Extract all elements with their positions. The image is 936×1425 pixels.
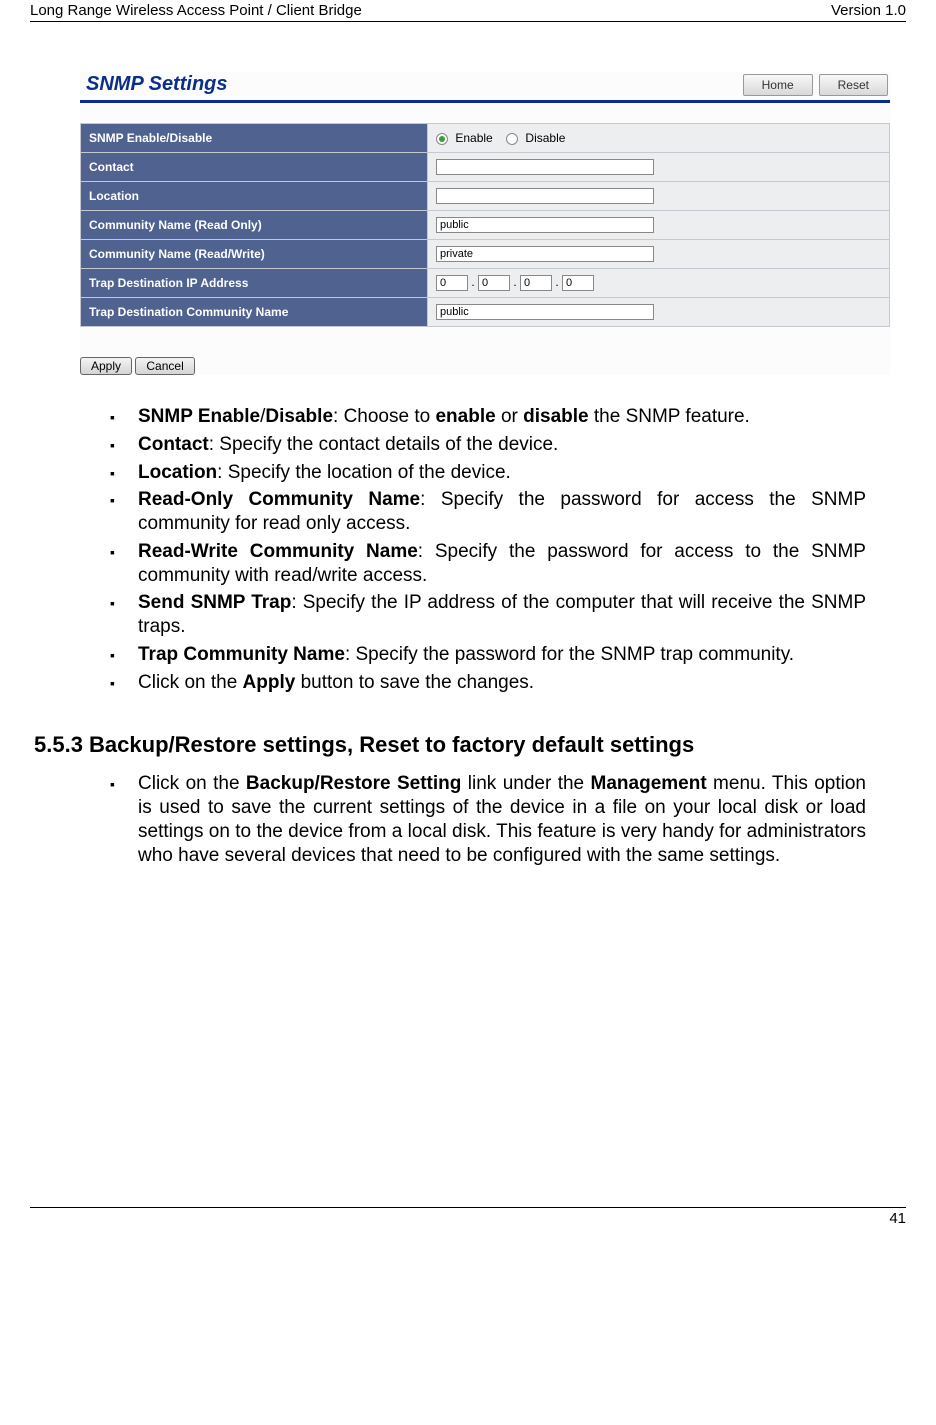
bullet-trap-community: Trap Community Name: Specify the passwor… [138, 643, 866, 667]
row-community-ro: Community Name (Read Only) [81, 211, 890, 240]
bullet-send-trap: Send SNMP Trap: Specify the IP address o… [138, 591, 866, 639]
header-left: Long Range Wireless Access Point / Clien… [30, 2, 362, 19]
backup-bullets: Click on the Backup/Restore Setting link… [98, 772, 866, 867]
trap-ip-c[interactable] [520, 275, 552, 291]
reset-button[interactable]: Reset [819, 74, 888, 96]
label-trap-comm: Trap Destination Community Name [81, 298, 428, 327]
bullet-readonly-community: Read-Only Community Name: Specify the pa… [138, 488, 866, 536]
bullet-location: Location: Specify the location of the de… [138, 461, 866, 485]
radio-disable[interactable] [506, 133, 518, 145]
row-enable: SNMP Enable/Disable Enable Disable [81, 124, 890, 153]
row-contact: Contact [81, 153, 890, 182]
bullet-contact: Contact: Specify the contact details of … [138, 433, 866, 457]
radio-disable-label: Disable [525, 131, 565, 145]
page-number: 41 [889, 1210, 906, 1227]
location-input[interactable] [436, 188, 654, 204]
section-heading: 5.5.3 Backup/Restore settings, Reset to … [34, 732, 906, 758]
label-contact: Contact [81, 153, 428, 182]
cancel-button[interactable]: Cancel [135, 357, 194, 375]
trap-ip-a[interactable] [436, 275, 468, 291]
label-location: Location [81, 182, 428, 211]
contact-input[interactable] [436, 159, 654, 175]
trap-comm-input[interactable] [436, 304, 654, 320]
radio-enable[interactable] [436, 133, 448, 145]
community-rw-input[interactable] [436, 246, 654, 262]
page-footer: 41 [30, 1207, 906, 1227]
bullet-readwrite-community: Read-Write Community Name: Specify the p… [138, 540, 866, 588]
page-header: Long Range Wireless Access Point / Clien… [30, 0, 906, 22]
bullet-snmp-enable: SNMP Enable/Disable: Choose to enable or… [138, 405, 866, 429]
row-community-rw: Community Name (Read/Write) [81, 240, 890, 269]
snmp-screenshot: SNMP Settings Home Reset SNMP Enable/Dis… [80, 72, 890, 375]
trap-ip-b[interactable] [478, 275, 510, 291]
label-community-ro: Community Name (Read Only) [81, 211, 428, 240]
apply-button[interactable]: Apply [80, 357, 132, 375]
label-trap-ip: Trap Destination IP Address [81, 269, 428, 298]
radio-enable-label: Enable [455, 131, 492, 145]
community-ro-input[interactable] [436, 217, 654, 233]
label-community-rw: Community Name (Read/Write) [81, 240, 428, 269]
row-location: Location [81, 182, 890, 211]
home-button[interactable]: Home [743, 74, 813, 96]
row-trap-comm: Trap Destination Community Name [81, 298, 890, 327]
label-enable: SNMP Enable/Disable [81, 124, 428, 153]
bullet-backup-restore: Click on the Backup/Restore Setting link… [138, 772, 866, 867]
feature-bullets: SNMP Enable/Disable: Choose to enable or… [98, 405, 866, 694]
panel-title: SNMP Settings [86, 73, 228, 96]
bullet-apply: Click on the Apply button to save the ch… [138, 671, 866, 695]
trap-ip-d[interactable] [562, 275, 594, 291]
header-right: Version 1.0 [831, 2, 906, 19]
row-trap-ip: Trap Destination IP Address . . . [81, 269, 890, 298]
